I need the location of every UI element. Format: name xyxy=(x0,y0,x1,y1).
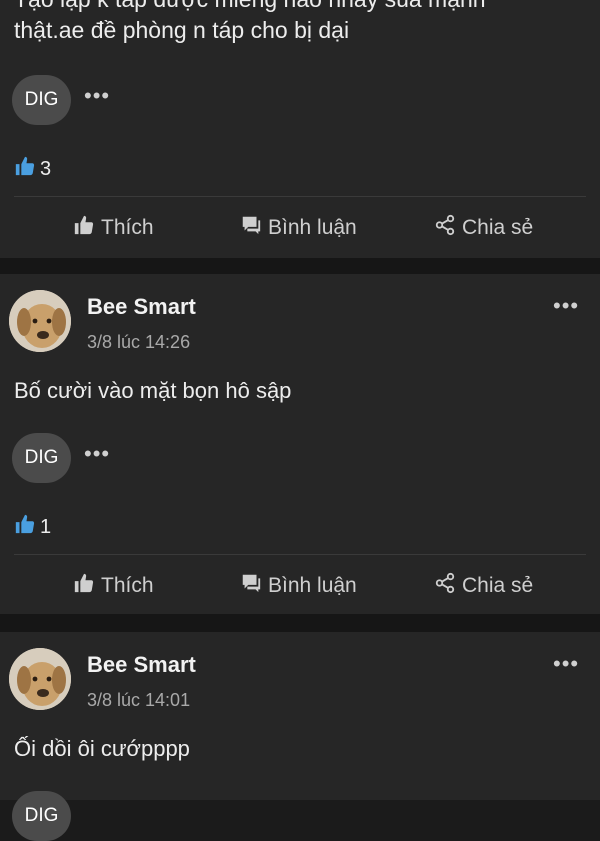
comment-icon xyxy=(240,572,262,600)
thumbs-up-outline-icon xyxy=(73,214,95,242)
avatar[interactable] xyxy=(9,290,71,352)
post-text: Tạo lập k táp được miếng nào nhảy sủa mạ… xyxy=(14,0,486,13)
like-label: Thích xyxy=(101,574,154,597)
like-summary[interactable]: 3 xyxy=(14,155,51,183)
post-time: 3/8 lúc 14:26 xyxy=(87,332,191,352)
author-name[interactable]: Bee Smart xyxy=(87,294,196,320)
share-icon xyxy=(434,214,456,242)
post-actions: Thích Bình luận Chia sẻ xyxy=(0,208,600,248)
comment-label: Bình luận xyxy=(268,574,357,597)
dig-label: DIG xyxy=(24,805,59,826)
share-label: Chia sẻ xyxy=(462,216,534,239)
thumbs-up-icon xyxy=(14,155,36,183)
comment-label: Bình luận xyxy=(268,216,357,239)
like-button[interactable]: Thích xyxy=(73,566,154,606)
like-count: 3 xyxy=(40,157,52,180)
comment-button[interactable]: Bình luận xyxy=(240,208,357,248)
post-separator xyxy=(0,258,600,274)
more-options-icon[interactable]: ••• xyxy=(553,653,579,675)
post-card: Bee Smart 3/8 lúc 14:26 ••• Bố cười vào … xyxy=(0,274,600,614)
dig-reaction-button[interactable]: DIG xyxy=(12,791,71,841)
thumbs-up-outline-icon xyxy=(73,572,95,600)
post-text: thật.ae đề phòng n táp cho bị dại xyxy=(14,17,350,43)
share-button[interactable]: Chia sẻ xyxy=(434,566,533,606)
post-time: 3/8 lúc 14:01 xyxy=(87,690,191,710)
dig-label: DIG xyxy=(24,447,59,468)
avatar[interactable] xyxy=(9,648,71,710)
more-options-icon[interactable]: ••• xyxy=(84,85,110,107)
comment-button[interactable]: Bình luận xyxy=(240,566,357,606)
post-card: Bee Smart 3/8 lúc 14:01 ••• Ối dồi ôi cư… xyxy=(0,632,600,841)
thumbs-up-icon xyxy=(14,513,36,541)
like-button[interactable]: Thích xyxy=(73,208,154,248)
like-count: 1 xyxy=(40,515,52,538)
post-separator xyxy=(0,614,600,632)
author-name[interactable]: Bee Smart xyxy=(87,652,196,678)
more-options-icon[interactable]: ••• xyxy=(553,295,579,317)
more-options-icon[interactable]: ••• xyxy=(84,443,110,465)
dig-label: DIG xyxy=(24,89,59,110)
comment-icon xyxy=(240,214,262,242)
like-summary[interactable]: 1 xyxy=(14,513,51,541)
share-icon xyxy=(434,572,456,600)
post-text: Bố cười vào mặt bọn hô sập xyxy=(14,378,292,403)
share-label: Chia sẻ xyxy=(462,574,534,597)
divider xyxy=(14,554,586,555)
divider xyxy=(14,196,586,197)
post-actions: Thích Bình luận Chia sẻ xyxy=(0,566,600,606)
dig-reaction-button[interactable]: DIG xyxy=(12,433,71,483)
post-text: Ối dồi ôi cướpppp xyxy=(14,736,190,761)
post-card: Tạo lập k táp được miếng nào nhảy sủa mạ… xyxy=(0,0,600,258)
share-button[interactable]: Chia sẻ xyxy=(434,208,533,248)
dig-reaction-button[interactable]: DIG xyxy=(12,75,71,125)
like-label: Thích xyxy=(101,216,154,239)
